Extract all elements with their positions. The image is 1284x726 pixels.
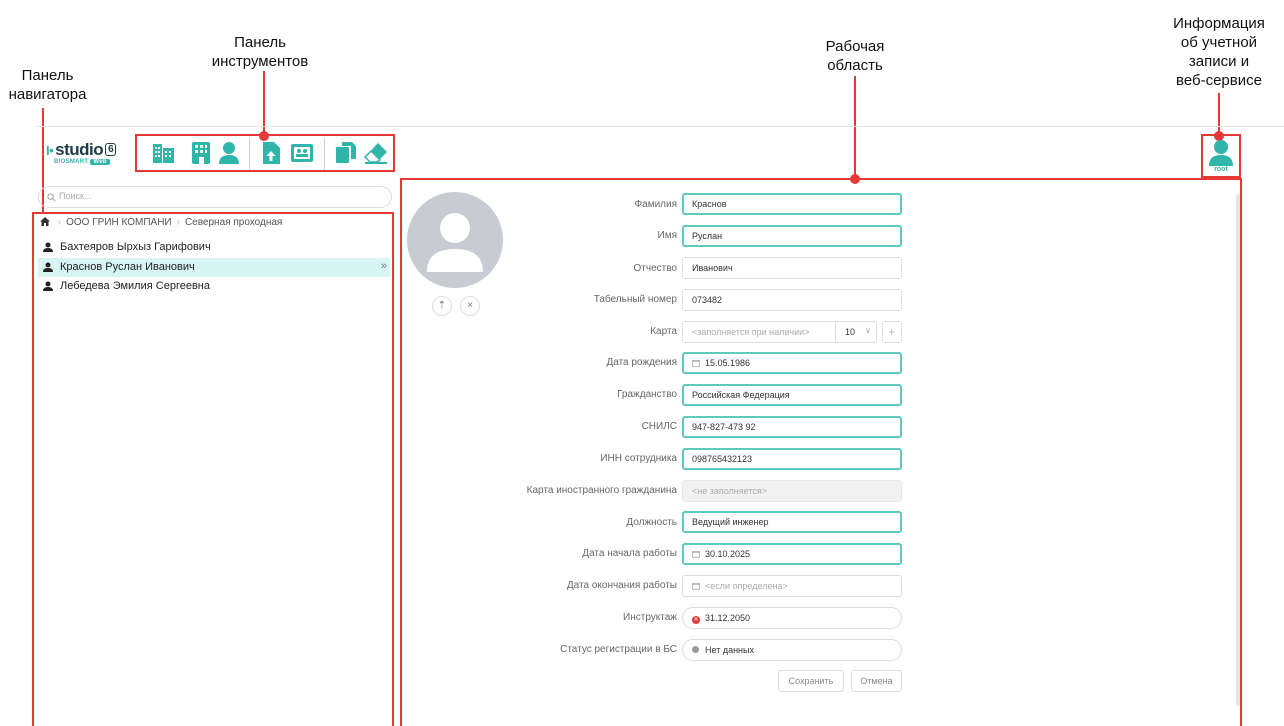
eraser-icon[interactable] — [363, 140, 389, 166]
account-avatar[interactable]: root — [1207, 138, 1235, 176]
person-icon — [43, 281, 53, 291]
foreign-card-field: <не заполняется> — [682, 480, 902, 502]
plus-icon: + — [888, 325, 896, 339]
list-item[interactable]: Бахтеяров Ырхыз Гарифович — [38, 238, 390, 257]
list-item-selected[interactable]: Краснов Руслан Иванович » — [38, 258, 390, 277]
annotation-toolbar: Панель инструментов — [211, 34, 309, 70]
label-end: Дата окончания работы — [566, 580, 677, 591]
snils-field[interactable]: 947-827-473 92 — [682, 416, 902, 438]
bio-status-field[interactable]: Нет данных — [682, 639, 902, 661]
person-icon[interactable] — [216, 140, 242, 166]
label-citizenship: Гражданство — [617, 389, 677, 400]
briefing-status-field[interactable]: ✕ 31.12.2050 — [682, 607, 902, 629]
pointer-line-account — [1218, 93, 1220, 135]
label-tabnum: Табельный номер — [593, 294, 677, 305]
card-format-select[interactable]: 10 ∨ — [835, 321, 877, 343]
organization-icon[interactable] — [151, 140, 177, 166]
calendar-icon — [692, 583, 700, 590]
label-inn: ИНН сотрудника — [600, 453, 677, 464]
toolbar-separator — [249, 138, 250, 170]
birth-date-field[interactable]: 15.05.1986 — [682, 352, 902, 374]
badge-icon[interactable] — [289, 140, 315, 166]
status-error-icon: ✕ — [692, 616, 700, 624]
name-field[interactable]: Руслан — [682, 225, 902, 247]
copy-icon[interactable] — [333, 140, 359, 166]
chevron-double-right-icon: » — [380, 260, 387, 272]
account-username: root — [1214, 166, 1228, 173]
user-icon — [1209, 140, 1233, 166]
citizenship-field[interactable]: Российская Федерация — [682, 384, 902, 406]
header-divider — [35, 126, 1284, 127]
status-unknown-icon — [692, 646, 699, 653]
tabnum-field[interactable]: 073482 — [682, 289, 902, 311]
label-bio-status: Статус регистрации в БС — [560, 644, 677, 655]
label-name: Имя — [657, 230, 677, 241]
save-button[interactable]: Сохранить — [778, 670, 844, 692]
annotation-navigator: Панель навигатора — [8, 67, 87, 103]
surname-field[interactable]: Краснов — [682, 193, 902, 215]
search-icon — [47, 193, 56, 202]
label-snils: СНИЛС — [641, 421, 677, 432]
cancel-button[interactable]: Отмена — [851, 670, 902, 692]
app-logo: I• studio 6 BIOSMART Web — [46, 140, 128, 170]
label-birth: Дата рождения — [606, 357, 677, 368]
chevron-down-icon: ∨ — [865, 326, 871, 335]
position-field[interactable]: Ведущий инженер — [682, 511, 902, 533]
add-card-button[interactable]: + — [882, 321, 902, 343]
annotation-workspace: Рабочая область — [825, 38, 885, 74]
label-start: Дата начала работы — [582, 548, 677, 559]
inn-field[interactable]: 098765432123 — [682, 448, 902, 470]
start-date-field[interactable]: 30.10.2025 — [682, 543, 902, 565]
annotation-account: Информация об учетной записи и веб-серви… — [1173, 15, 1265, 89]
list-item[interactable]: Лебедева Эмилия Сергеевна — [38, 277, 390, 296]
label-foreign-card: Карта иностранного гражданина — [526, 485, 677, 496]
patronymic-field[interactable]: Иванович — [682, 257, 902, 279]
pointer-line-workspace — [854, 76, 856, 178]
label-position: Должность — [626, 517, 677, 528]
label-briefing: Инструктаж — [623, 612, 677, 623]
building-icon[interactable] — [188, 140, 214, 166]
label-card: Карта — [650, 326, 677, 337]
upload-file-icon[interactable] — [258, 140, 284, 166]
search-input[interactable]: Поиск... — [38, 186, 392, 208]
calendar-icon — [692, 551, 700, 558]
scrollbar[interactable] — [1236, 194, 1240, 706]
calendar-icon — [692, 360, 700, 367]
person-icon — [43, 242, 53, 252]
label-patronymic: Отчество — [633, 263, 677, 274]
label-surname: Фамилия — [634, 199, 677, 210]
person-icon — [43, 262, 53, 272]
card-field[interactable]: <заполняется при наличии> — [682, 321, 836, 343]
end-date-field[interactable]: <если определена> — [682, 575, 902, 597]
toolbar-separator — [324, 138, 325, 170]
